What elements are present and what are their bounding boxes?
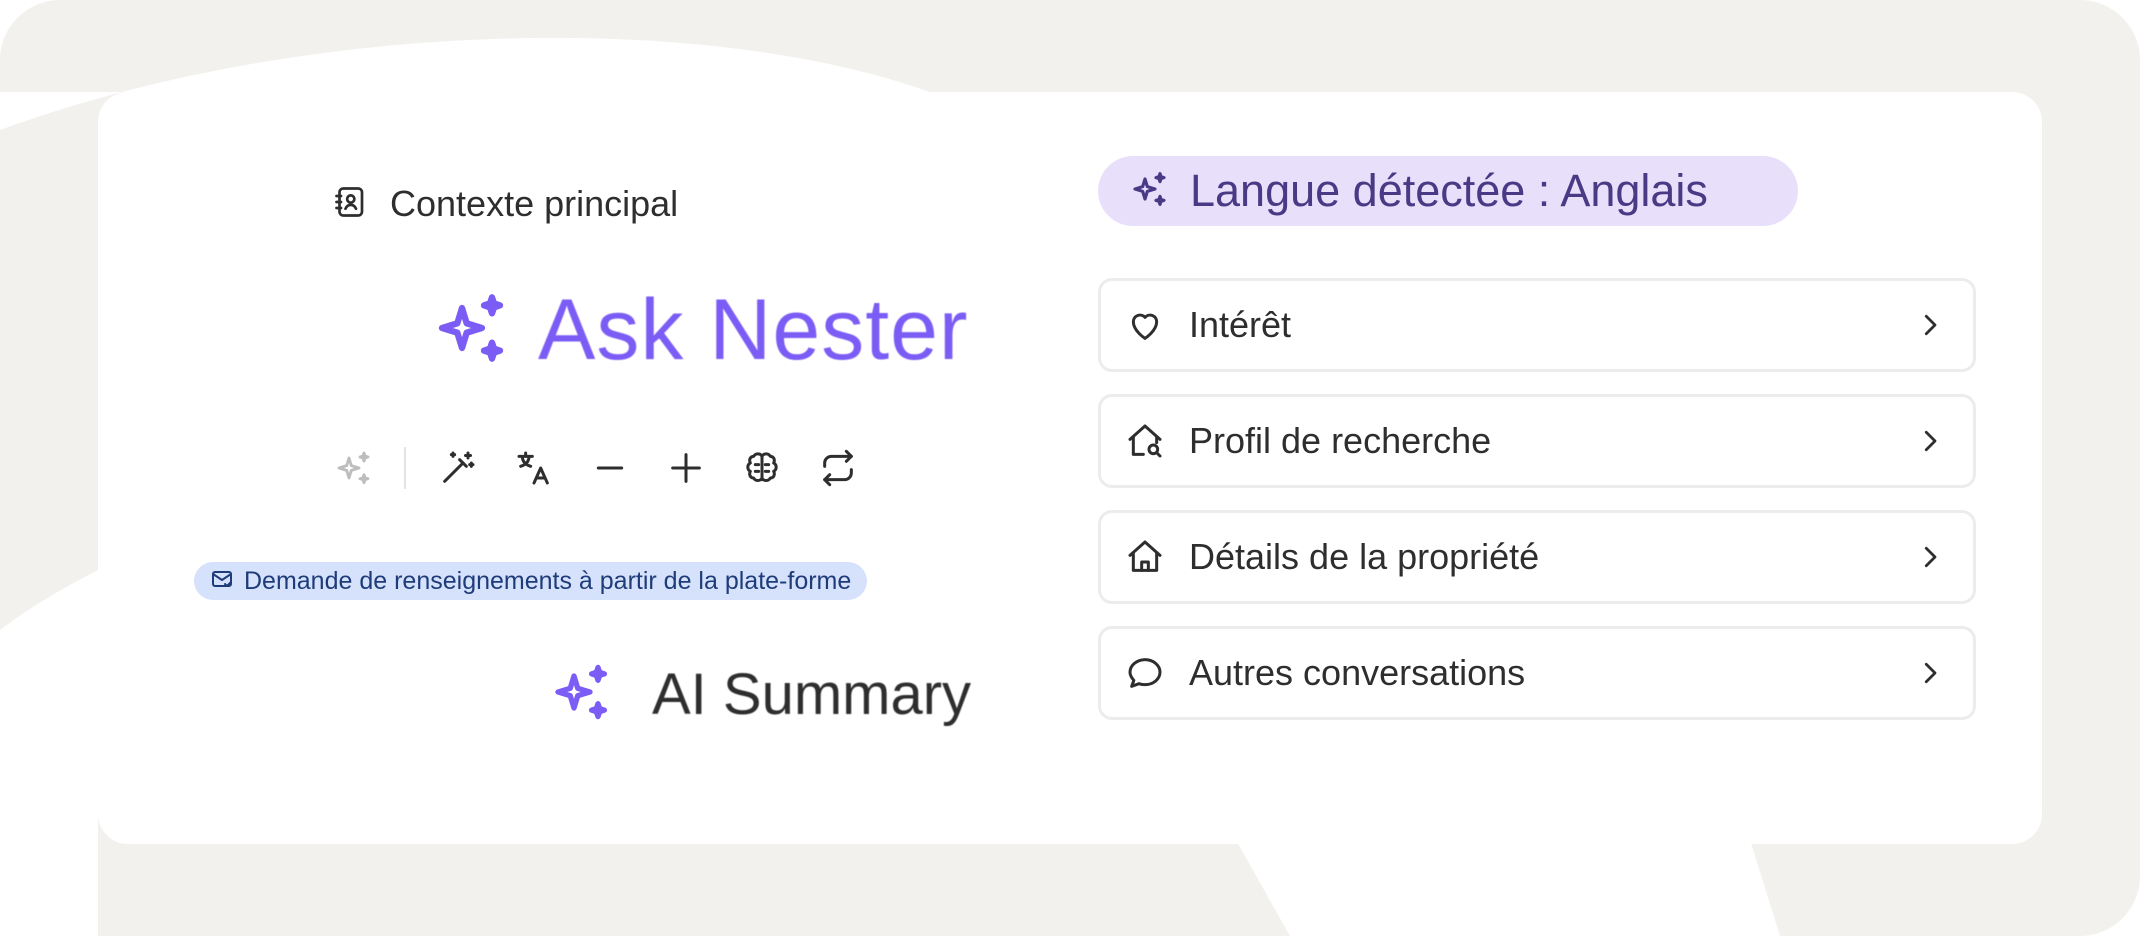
home-search-icon (1123, 419, 1167, 463)
main-context-header[interactable]: Contexte principal (332, 178, 678, 230)
list-item-search-profile[interactable]: Profil de recherche (1098, 394, 1976, 488)
plus-icon[interactable] (662, 444, 710, 492)
sparkles-icon (1130, 169, 1170, 214)
list-item-property-details[interactable]: Détails de la propriété (1098, 510, 1976, 604)
sparkles-icon (432, 288, 512, 373)
heart-icon (1123, 303, 1167, 347)
chat-bubble-icon (1123, 651, 1167, 695)
list-item-label: Intérêt (1189, 304, 1292, 345)
detected-language-badge: Langue détectée : Anglais (1098, 156, 1798, 226)
repeat-icon[interactable] (814, 444, 862, 492)
chevron-right-icon (1913, 656, 1947, 690)
chevron-right-icon (1913, 424, 1947, 458)
inquiry-source-label: Demande de renseignements à partir de la… (244, 566, 852, 595)
chevron-right-icon (1913, 308, 1947, 342)
magic-wand-icon[interactable] (434, 444, 482, 492)
canvas-background: Contexte principal Ask Nester Demande de… (0, 0, 2140, 936)
sparkles-icon (550, 660, 614, 729)
ai-toolbar (330, 440, 890, 496)
chevron-right-icon (1913, 540, 1947, 574)
mail-icon (210, 567, 234, 596)
list-item-label: Profil de recherche (1189, 420, 1492, 461)
ask-nester-label: Ask Nester (538, 281, 969, 378)
minus-icon[interactable] (586, 444, 634, 492)
toolbar-divider (404, 447, 406, 489)
list-item-label: Autres conversations (1189, 652, 1526, 693)
ai-summary-button[interactable]: AI Summary (550, 654, 971, 734)
context-label: Contexte principal (390, 183, 679, 224)
detected-language-label: Langue détectée : Anglais (1190, 165, 1708, 216)
contact-book-icon (332, 183, 368, 226)
translate-icon[interactable] (510, 444, 558, 492)
sparkles-icon[interactable] (330, 444, 378, 492)
list-item-other-conversations[interactable]: Autres conversations (1098, 626, 1976, 720)
ai-summary-label: AI Summary (652, 661, 972, 727)
home-icon (1123, 535, 1167, 579)
inquiry-source-badge: Demande de renseignements à partir de la… (194, 562, 868, 600)
list-item-label: Détails de la propriété (1189, 536, 1540, 577)
list-item-interest[interactable]: Intérêt (1098, 278, 1976, 372)
brain-icon[interactable] (738, 444, 786, 492)
ask-nester-button[interactable]: Ask Nester (432, 280, 969, 380)
context-sections-list: Intérêt Profil de recherche Détails de l… (1098, 278, 1976, 742)
